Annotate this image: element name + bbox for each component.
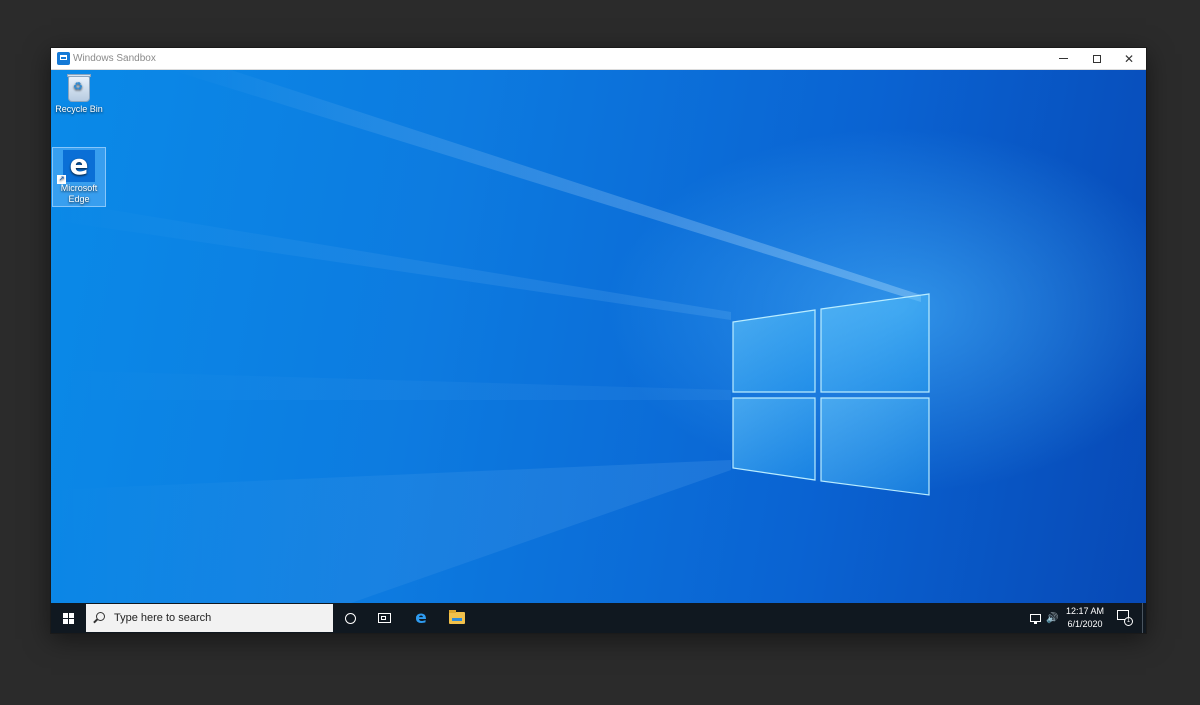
desktop-icon-microsoft-edge[interactable]: e ↗ Microsoft Edge: [52, 147, 106, 207]
window-title: Windows Sandbox: [73, 53, 156, 64]
windows-start-icon: [62, 612, 74, 624]
search-icon: [96, 612, 105, 621]
desktop-icon-label: Microsoft Edge: [60, 183, 98, 204]
task-view-button[interactable]: [367, 603, 401, 633]
edge-icon: e ↗: [57, 150, 95, 184]
sandbox-window: Windows Sandbox ✕ ♻ Recycle Bin e ↗ Micr…: [51, 48, 1146, 633]
minimize-button[interactable]: [1046, 48, 1080, 69]
folder-icon: [449, 610, 465, 624]
desktop[interactable]: Recycle Bin e ↗ Microsoft Edge: [51, 70, 1146, 603]
action-center-button[interactable]: 1: [1115, 608, 1133, 626]
windows-logo: [732, 293, 930, 496]
maximize-button[interactable]: [1080, 48, 1114, 69]
cortana-button[interactable]: [333, 603, 367, 633]
maximize-icon: [1093, 54, 1101, 63]
title-bar[interactable]: Windows Sandbox ✕: [51, 48, 1146, 70]
minimize-icon: [1058, 58, 1068, 59]
network-button[interactable]: [1029, 612, 1042, 624]
edge-icon: e: [415, 608, 427, 628]
task-view-icon: [377, 613, 391, 623]
notification-count-badge: 1: [1124, 617, 1133, 626]
recycle-bin-icon: [67, 74, 91, 102]
network-icon: [1030, 614, 1041, 624]
wallpaper-light-beams: [51, 70, 921, 603]
desktop-icon-recycle-bin[interactable]: Recycle Bin: [52, 74, 106, 126]
search-placeholder: Type here to search: [114, 612, 212, 624]
start-button[interactable]: [51, 603, 85, 633]
close-button[interactable]: ✕: [1112, 48, 1146, 69]
taskbar: Type here to search e 🔊 12:17 AM 6/1/202…: [51, 603, 1146, 633]
clock[interactable]: 12:17 AM 6/1/2020: [1056, 605, 1114, 631]
taskbar-edge-button[interactable]: e: [404, 603, 438, 633]
clock-date: 6/1/2020: [1067, 619, 1103, 629]
clock-time: 12:17 AM: [1065, 606, 1105, 616]
search-input[interactable]: Type here to search: [86, 604, 333, 632]
desktop-icon-label: Recycle Bin: [55, 104, 103, 114]
taskbar-file-explorer-button[interactable]: [440, 603, 474, 633]
close-icon: ✕: [1123, 51, 1135, 66]
sandbox-app-icon: [57, 52, 70, 65]
shortcut-arrow-icon: ↗: [57, 175, 66, 184]
show-desktop-button[interactable]: [1142, 603, 1147, 633]
cortana-circle-icon: [344, 612, 356, 624]
